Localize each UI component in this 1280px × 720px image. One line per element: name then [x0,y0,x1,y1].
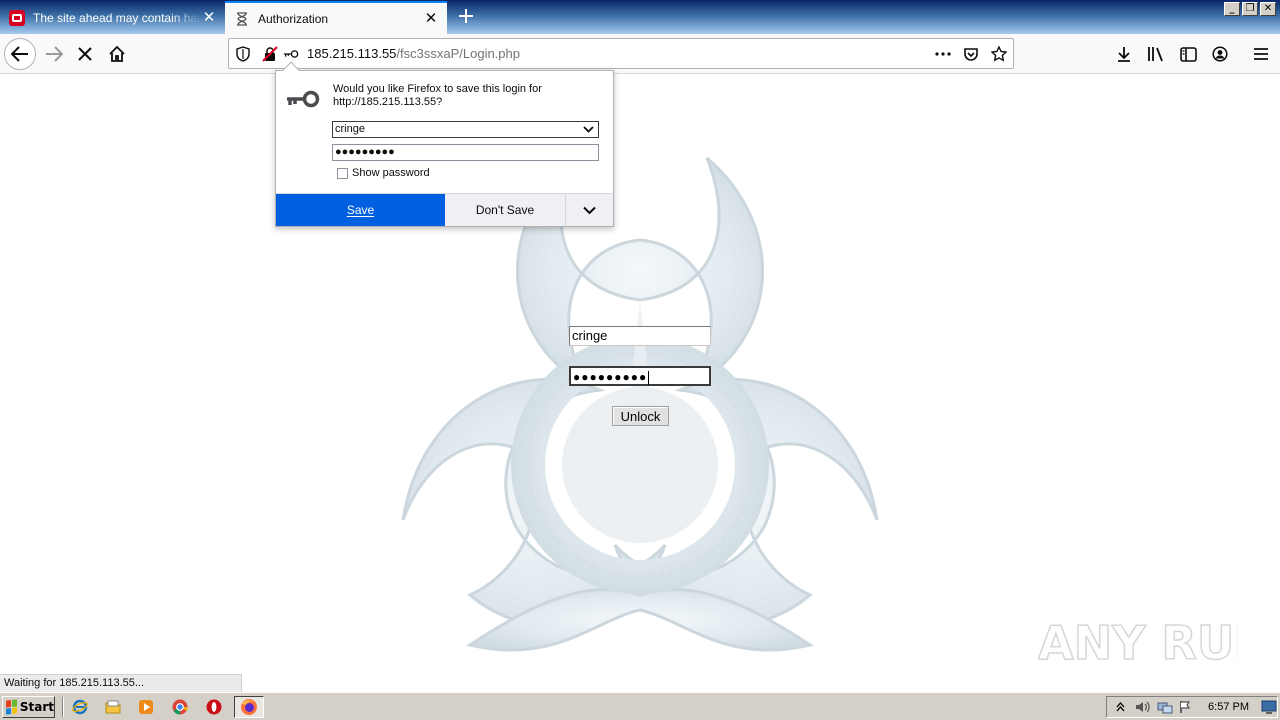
sidebar-icon[interactable] [1179,45,1197,63]
chrome-icon[interactable] [172,699,188,715]
status-bar: Waiting for 185.215.113.55... [0,674,242,692]
save-login-popup: Would you like Firefox to save this logi… [275,61,614,227]
show-desktop-icon[interactable] [1261,699,1277,715]
username-input[interactable]: cringe [569,326,711,346]
chevron-down-icon [583,206,596,214]
screen: The site ahead may contain harmful progr… [0,0,1280,720]
anyrun-watermark: ANY RUN [1037,611,1273,671]
taskbar-separator [62,697,64,717]
media-player-icon[interactable] [138,699,154,715]
chevron-down-icon [583,126,594,133]
home-icon [109,45,125,62]
key-icon [287,90,320,108]
windows-taskbar: Start 6:57 PM [0,692,1280,720]
unlock-button[interactable]: Unlock [612,406,669,426]
save-login-message: Would you like Firefox to save this logi… [333,83,542,108]
file-explorer-icon[interactable] [105,699,121,715]
page-content: cringe ●●●●●●●●● Unlock ANY RUN Waiting … [0,75,1280,692]
downloads-icon[interactable] [1115,45,1133,63]
show-password-label: Show password [352,167,430,179]
forward-button[interactable] [38,38,70,70]
close-window-button[interactable]: ✕ [1260,2,1276,16]
url-path: /fsc3ssxaP/Login.php [396,46,520,61]
password-mask: ●●●●●●●●● [573,370,648,384]
action-center-flag-icon[interactable] [1179,699,1195,715]
warning-icon [9,9,25,26]
back-button[interactable] [4,38,36,70]
close-icon[interactable]: ✕ [201,10,217,26]
shield-icon[interactable] [235,46,251,62]
hamburger-menu-icon[interactable] [1252,45,1270,63]
account-icon[interactable] [1211,45,1229,63]
firefox-icon [241,699,257,715]
system-tray: 6:57 PM [1106,696,1278,718]
insecure-lock-icon[interactable] [262,46,278,62]
volume-icon[interactable] [1135,699,1151,715]
save-button[interactable]: Save [276,194,445,226]
popup-password-mask: ●●●●●●●●● [335,146,395,158]
tab-title: The site ahead may contain harmful progr… [33,10,201,25]
url-text[interactable]: 185.215.113.55/fsc3ssxaP/Login.php [307,46,520,61]
popup-username-value: cringe [335,123,365,135]
more-options-button[interactable] [566,194,613,226]
tab-title: Authorization [258,11,329,26]
show-hidden-icons-icon[interactable] [1113,699,1129,715]
show-password-row[interactable]: Show password [337,167,430,179]
key-icon[interactable] [283,46,299,62]
stop-button[interactable] [69,38,101,70]
more-actions-icon[interactable] [935,46,951,62]
url-bar[interactable]: 185.215.113.55/fsc3ssxaP/Login.php [228,38,1014,69]
url-host: 185.215.113.55 [307,46,397,61]
bookmark-star-icon[interactable] [991,46,1007,62]
dont-save-button[interactable]: Don't Save [445,194,566,226]
start-label: Start [19,700,54,714]
pocket-icon[interactable] [963,46,979,62]
stop-x-icon [78,47,92,61]
clock[interactable]: 6:57 PM [1208,701,1249,713]
minimize-button[interactable]: _ [1224,2,1240,16]
tab-strip: The site ahead may contain harmful progr… [0,0,1280,34]
home-button[interactable] [101,38,133,70]
close-icon[interactable]: ✕ [423,11,439,27]
tab-authorization[interactable]: Authorization ✕ [225,1,447,34]
password-input[interactable]: ●●●●●●●●● [569,366,711,386]
new-tab-button[interactable] [452,2,480,30]
internet-explorer-icon[interactable] [72,699,88,715]
library-icon[interactable] [1147,45,1165,63]
navigation-toolbar: 185.215.113.55/fsc3ssxaP/Login.php [0,34,1280,74]
show-password-checkbox[interactable] [337,167,348,179]
restore-button[interactable]: ❐ [1242,2,1258,16]
text-caret [648,370,650,385]
popup-username-dropdown[interactable]: cringe [332,121,599,138]
window-controls: _ ❐ ✕ [1224,2,1276,16]
hourglass-icon [234,11,250,27]
opera-icon[interactable] [206,699,222,715]
watermark-text-any: ANY RUN [1038,616,1238,670]
arrow-right-icon [46,46,63,62]
start-button[interactable]: Start [2,696,55,718]
popup-password-field[interactable]: ●●●●●●●●● [332,144,599,161]
taskbar-firefox-button[interactable] [234,696,264,718]
arrow-left-icon [11,46,28,62]
popup-actions: Save Don't Save [276,193,613,226]
windows-logo-icon [6,699,17,715]
network-icon[interactable] [1157,699,1173,715]
tab-harmful-site-warning[interactable]: The site ahead may contain harmful progr… [0,1,225,34]
